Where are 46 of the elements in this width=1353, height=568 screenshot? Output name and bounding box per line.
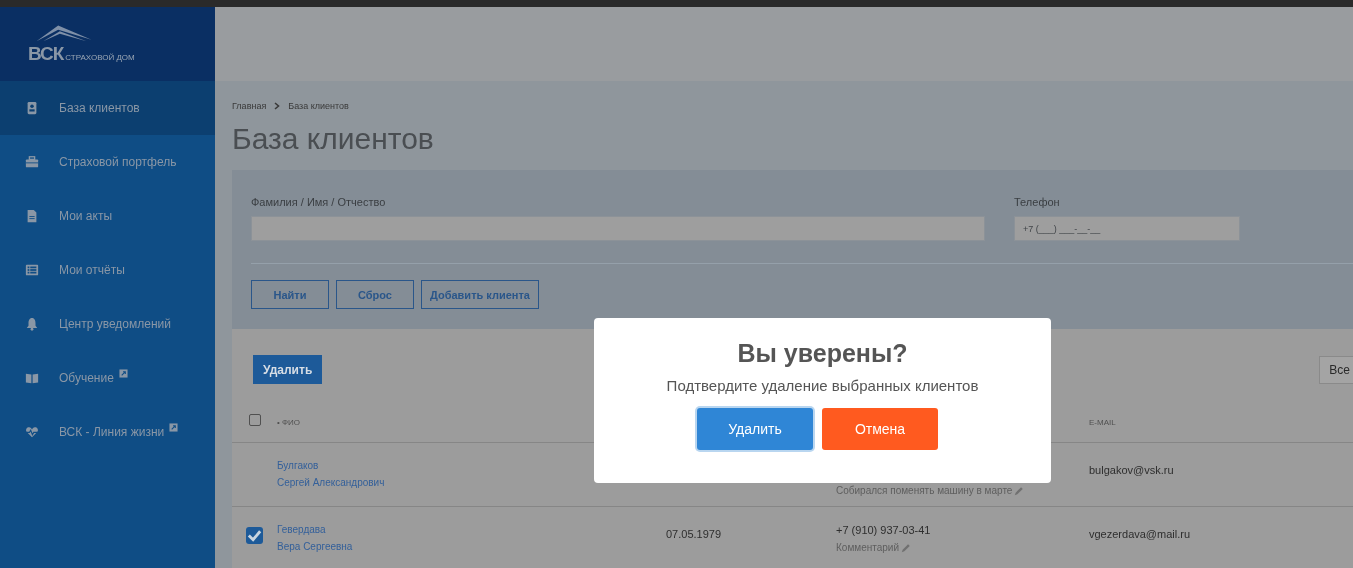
bell-icon [25, 317, 39, 331]
briefcase-icon [25, 155, 39, 169]
page-size-select[interactable]: Все [1319, 355, 1353, 384]
filter-button[interactable]: Найти [251, 280, 329, 309]
row-checkbox[interactable] [246, 527, 263, 544]
heart-icon [25, 425, 39, 439]
dialog-title: Вы уверены? [737, 338, 908, 368]
sidebar-item[interactable]: ВСК - Линия жизни [0, 405, 215, 459]
filter-button[interactable]: Сброс [336, 280, 414, 309]
breadcrumb-link[interactable]: Главная [232, 101, 267, 111]
book-icon [25, 371, 39, 385]
email: vgezerdava@mail.ru [1089, 528, 1191, 540]
sidebar-item[interactable]: База клиентов [0, 81, 215, 135]
sidebar-item[interactable]: Обучение [0, 351, 215, 405]
dialog-message: Подтвердите удаление выбранных клиентов [666, 377, 979, 394]
pencil-icon[interactable] [901, 542, 911, 553]
field-label: Телефон [1014, 196, 1061, 208]
chevron-icon [274, 102, 281, 110]
column-header[interactable]: • ФИО [277, 417, 301, 427]
filter-button[interactable]: Добавить клиента [421, 280, 539, 309]
phone-number: +7 (910) 937-03-41 [836, 524, 932, 536]
logo-subtitle: СТРАХОВОЙ ДОМ [65, 53, 135, 62]
contact-icon [25, 101, 39, 115]
client-surname-link[interactable]: Гевердава [277, 524, 666, 535]
client-name-link[interactable]: Вера Сергеевна [277, 541, 666, 552]
email: bulgakov@vsk.ru [1089, 464, 1174, 476]
confirm-delete-button[interactable]: Удалить [697, 408, 813, 450]
sidebar-item[interactable]: Мои отчёты [0, 243, 215, 297]
sidebar-item[interactable]: Центр уведомлений [0, 297, 215, 351]
document-icon [25, 209, 39, 223]
pencil-icon[interactable] [1014, 485, 1025, 496]
logo-mark: ВСК [28, 43, 64, 65]
page-title: База клиентов [232, 121, 435, 157]
name-input[interactable] [251, 216, 985, 241]
column-header[interactable]: E-MAIL [1089, 417, 1116, 427]
field-label: Фамилия / Имя / Отчество [251, 196, 387, 208]
birth-date: 07.05.1979 [666, 528, 722, 540]
sidebar-item[interactable]: Мои акты [0, 189, 215, 243]
cancel-button[interactable]: Отмена [822, 408, 938, 450]
comment-text: Комментарий [836, 542, 899, 553]
table-icon [25, 263, 39, 277]
breadcrumb-current: База клиентов [288, 101, 349, 111]
select-all-checkbox[interactable] [249, 413, 261, 426]
delete-button[interactable]: Удалить [253, 355, 323, 384]
phone-input[interactable]: +7 (___) ___-__-__ [1014, 216, 1240, 241]
sidebar-item[interactable]: Страховой портфель [0, 135, 215, 189]
